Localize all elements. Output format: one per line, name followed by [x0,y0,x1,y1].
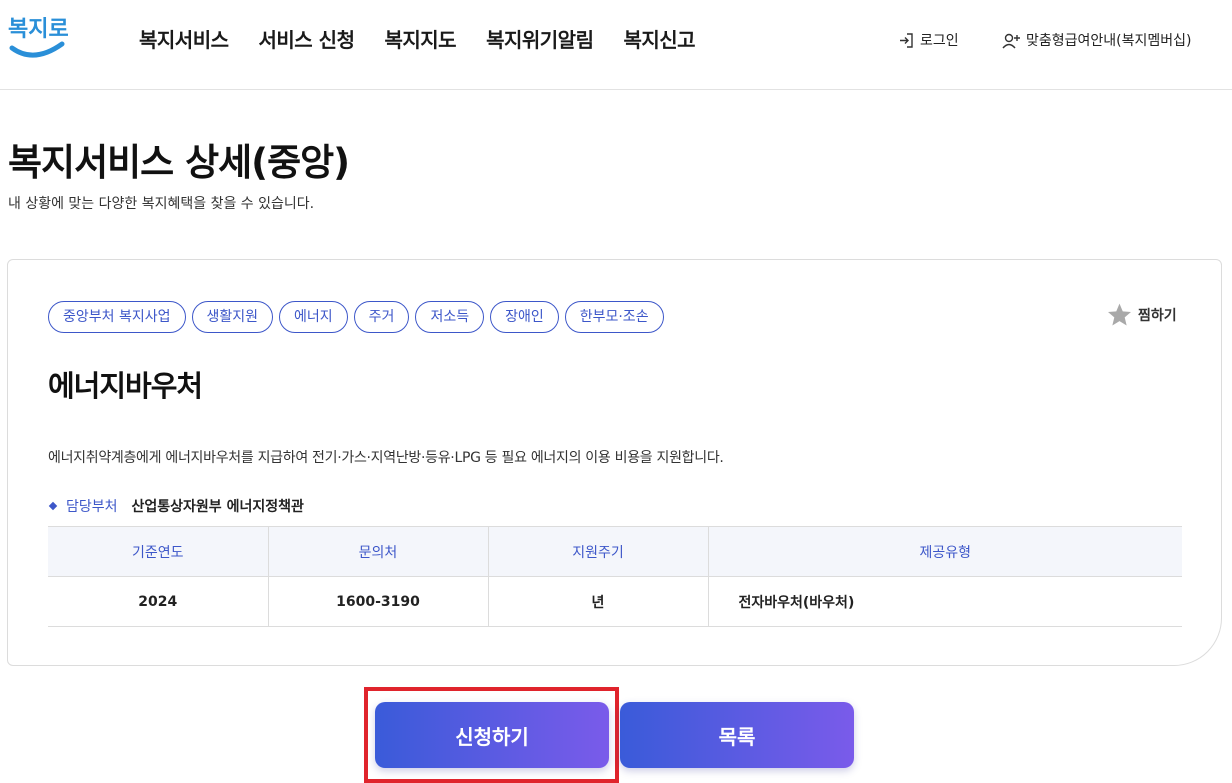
nav-welfare-report[interactable]: 복지신고 [623,24,695,53]
department-info: 담당부처 산업통상자원부 에너지정책관 [48,496,304,516]
service-title: 에너지바우처 [48,369,203,403]
service-detail-card: 중앙부처 복지사업 생활지원 에너지 주거 저소득 장애인 한부모·조손 찜하기… [7,259,1222,666]
department-label: 담당부처 [66,499,118,515]
site-header: 복지로 복지서비스 서비스 신청 복지지도 복지위기알림 복지신고 로그인 맞춤… [0,0,1232,90]
list-button[interactable]: 목록 [620,702,854,768]
add-user-icon [1002,33,1020,48]
membership-label: 맞춤형급여안내(복지멤버십) [1026,33,1192,49]
tag-living-support[interactable]: 생활지원 [191,301,274,333]
header-support-cycle: 지원주기 [488,526,709,577]
login-link[interactable]: 로그인 [898,30,959,50]
table-header-row: 기준연도 문의처 지원주기 제공유형 [48,526,1182,577]
nav-welfare-services[interactable]: 복지서비스 [139,24,229,53]
tag-disabled[interactable]: 장애인 [490,301,559,333]
tag-low-income[interactable]: 저소득 [415,301,485,333]
favorite-button[interactable]: 찜하기 [1106,302,1177,328]
service-info-table: 기준연도 문의처 지원주기 제공유형 2024 1600-3190 년 전자바우… [48,526,1182,627]
cell-contact: 1600-3190 [268,576,489,627]
page-subtitle: 내 상황에 맞는 다양한 복지혜택을 찾을 수 있습니다. [8,196,315,212]
tag-housing[interactable]: 주거 [353,301,410,333]
header-contact: 문의처 [268,526,489,577]
svg-text:복지로: 복지로 [8,17,68,42]
tag-single-parent[interactable]: 한부모·조손 [564,301,664,333]
header-base-year: 기준연도 [48,526,269,577]
membership-link[interactable]: 맞춤형급여안내(복지멤버십) [1002,30,1191,50]
service-description: 에너지취약계층에게 에너지바우처를 지급하여 전기·가스·지역난방·등유·LPG… [48,450,724,466]
cell-support-cycle: 년 [488,576,709,627]
department-value: 산업통상자원부 에너지정책관 [131,499,304,515]
bullet-icon [48,501,58,511]
page-title: 복지서비스 상세(중앙) [8,141,350,184]
bokjiro-logo[interactable]: 복지로 [4,4,68,62]
apply-button[interactable]: 신청하기 [375,702,609,768]
main-nav: 복지서비스 서비스 신청 복지지도 복지위기알림 복지신고 [139,24,725,53]
nav-welfare-map[interactable]: 복지지도 [384,24,456,53]
cell-base-year: 2024 [48,576,269,627]
tag-energy[interactable]: 에너지 [279,301,348,333]
header-provision-type: 제공유형 [708,526,1182,577]
nav-crisis-alert[interactable]: 복지위기알림 [486,24,594,53]
star-icon [1108,303,1131,326]
cell-provision-type: 전자바우처(바우처) [708,576,1182,627]
login-icon [900,32,913,48]
nav-service-apply[interactable]: 서비스 신청 [259,24,355,53]
favorite-label: 찜하기 [1138,308,1177,324]
tag-central-ministry[interactable]: 중앙부처 복지사업 [48,301,186,333]
tag-list: 중앙부처 복지사업 생활지원 에너지 주거 저소득 장애인 한부모·조손 [48,301,670,333]
login-label: 로그인 [920,33,959,49]
table-row: 2024 1600-3190 년 전자바우처(바우처) [48,576,1182,627]
